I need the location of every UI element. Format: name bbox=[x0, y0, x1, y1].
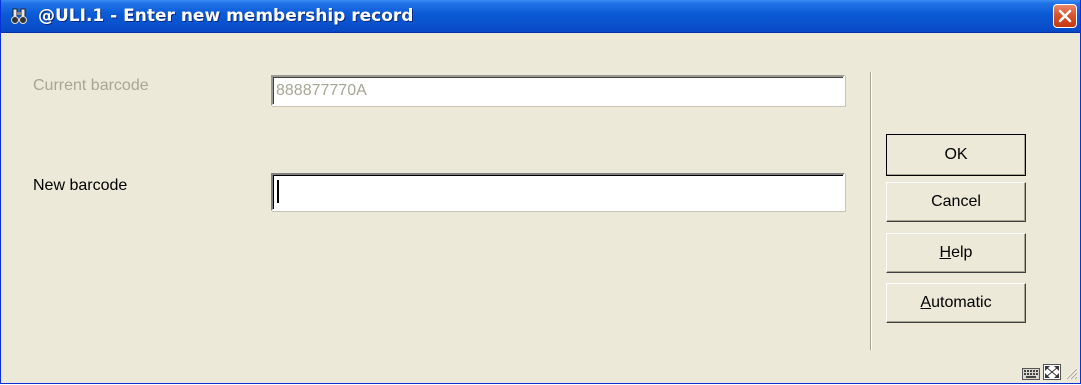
title-bar[interactable]: @ULI.1 - Enter new membership record bbox=[1, 0, 1080, 33]
automatic-button[interactable]: Automatic bbox=[886, 283, 1026, 323]
close-icon bbox=[1058, 9, 1072, 23]
help-mnemonic: H bbox=[939, 244, 952, 261]
close-button[interactable] bbox=[1053, 4, 1077, 28]
ok-button[interactable]: OK bbox=[886, 134, 1026, 176]
text-caret bbox=[277, 180, 279, 203]
current-barcode-label: Current barcode bbox=[33, 77, 149, 94]
automatic-mnemonic: A bbox=[920, 294, 932, 311]
cancel-button[interactable]: Cancel bbox=[886, 182, 1026, 222]
window-title: @ULI.1 - Enter new membership record bbox=[38, 6, 414, 26]
dialog-window: @ULI.1 - Enter new membership record Cur… bbox=[0, 0, 1081, 384]
fullscreen-icon[interactable] bbox=[1043, 364, 1061, 385]
help-button-label: elp bbox=[951, 244, 973, 261]
vertical-divider bbox=[870, 72, 872, 350]
help-button[interactable]: Help bbox=[886, 233, 1026, 273]
ok-button-label: OK bbox=[944, 146, 968, 163]
automatic-button-label: utomatic bbox=[931, 294, 992, 311]
cancel-button-label: Cancel bbox=[931, 193, 981, 210]
resize-grip-icon[interactable] bbox=[1064, 366, 1078, 385]
app-binoculars-icon bbox=[10, 7, 32, 25]
keyboard-icon[interactable] bbox=[1022, 367, 1040, 385]
new-barcode-label: New barcode bbox=[33, 177, 128, 194]
new-barcode-input[interactable] bbox=[271, 173, 845, 211]
current-barcode-field bbox=[271, 75, 845, 106]
